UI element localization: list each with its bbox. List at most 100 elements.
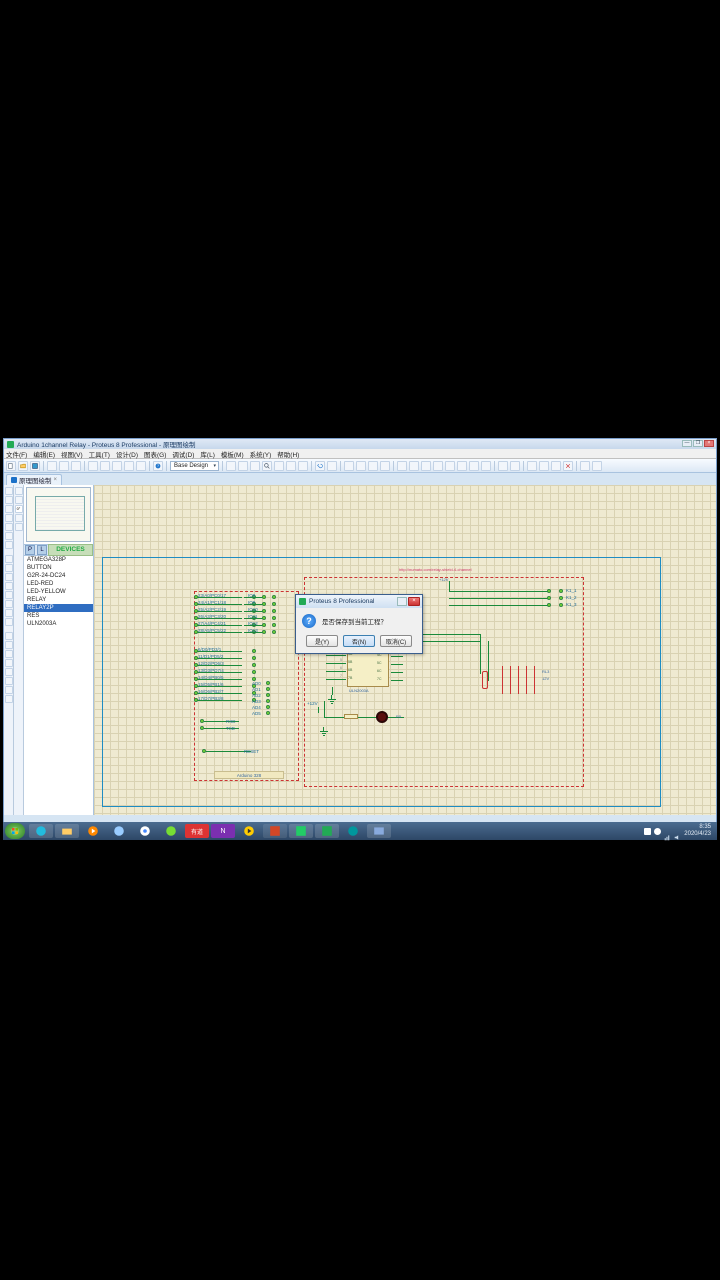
help-icon[interactable]: ?	[153, 461, 163, 471]
delete-icon[interactable]	[563, 461, 573, 471]
component-tool-icon[interactable]	[5, 496, 13, 504]
tb-icon[interactable]	[250, 461, 260, 471]
device-list-item[interactable]: ULN2003A	[24, 620, 93, 628]
tb-icon[interactable]	[59, 461, 69, 471]
pick-libraries-button[interactable]: L	[37, 545, 47, 555]
instrument-tool-icon[interactable]	[5, 618, 13, 626]
tb-icon[interactable]	[539, 461, 549, 471]
taskbar-player[interactable]	[237, 824, 261, 838]
relay-coil[interactable]	[482, 671, 488, 689]
tray-icon[interactable]	[644, 828, 651, 835]
probe-voltage-icon[interactable]	[5, 600, 13, 608]
taskbar-clock[interactable]: 8:35 2020/4/23	[684, 824, 711, 838]
maximize-button[interactable]: ❐	[693, 440, 703, 447]
generator-tool-icon[interactable]	[5, 591, 13, 599]
tb-icon[interactable]	[368, 461, 378, 471]
yes-button[interactable]: 是(Y)	[306, 635, 338, 647]
device-list-item[interactable]: ATMEGA328P	[24, 556, 93, 564]
tb-icon[interactable]	[551, 461, 561, 471]
menu-edit[interactable]: 编辑(E)	[33, 449, 55, 459]
text2d-tool-icon[interactable]	[5, 677, 13, 685]
device-list-item[interactable]: BUTTON	[24, 564, 93, 572]
device-list-item[interactable]: G2R-24-DC24	[24, 572, 93, 580]
device-list-item[interactable]: RES	[24, 612, 93, 620]
menu-design[interactable]: 设计(D)	[116, 449, 138, 459]
rotate-ccw-icon[interactable]	[15, 496, 23, 504]
box-tool-icon[interactable]	[5, 641, 13, 649]
taskbar-media[interactable]	[81, 824, 105, 838]
device-list-item[interactable]: LED-YELLOW	[24, 588, 93, 596]
tape-tool-icon[interactable]	[5, 582, 13, 590]
marker-tool-icon[interactable]	[5, 695, 13, 703]
redo-icon[interactable]	[327, 461, 337, 471]
tb-icon[interactable]	[481, 461, 491, 471]
taskbar-app[interactable]	[107, 824, 131, 838]
tb-icon[interactable]	[88, 461, 98, 471]
led-indicator[interactable]	[376, 711, 388, 723]
device-list-item[interactable]: RELAY	[24, 596, 93, 604]
device-list[interactable]: ATMEGA328PBUTTONG2R-24-DC24LED-REDLED-YE…	[24, 556, 93, 815]
junction-tool-icon[interactable]	[5, 505, 13, 513]
symbol-tool-icon[interactable]	[5, 686, 13, 694]
wirelabel-tool-icon[interactable]	[5, 514, 13, 522]
zoom-out-icon[interactable]	[274, 461, 284, 471]
tb-icon[interactable]	[356, 461, 366, 471]
selection-tool-icon[interactable]	[5, 487, 13, 495]
taskbar-onenote[interactable]: N	[211, 824, 235, 838]
tb-icon[interactable]	[469, 461, 479, 471]
tray-flag-icon[interactable]	[654, 828, 661, 835]
menu-tool[interactable]: 工具(T)	[89, 449, 110, 459]
tb-icon[interactable]	[238, 461, 248, 471]
tb-icon[interactable]	[380, 461, 390, 471]
probe-current-icon[interactable]	[5, 609, 13, 617]
menu-help[interactable]: 帮助(H)	[277, 449, 299, 459]
tb-icon[interactable]	[421, 461, 431, 471]
device-list-item[interactable]: RELAY2P	[24, 604, 93, 612]
menu-system[interactable]: 系统(Y)	[250, 449, 272, 459]
bus-tool-icon[interactable]	[5, 532, 13, 540]
tb-icon[interactable]	[286, 461, 296, 471]
tray-volume-icon[interactable]	[674, 828, 681, 835]
flip-h-icon[interactable]	[15, 514, 23, 522]
close-button[interactable]: ×	[704, 440, 714, 447]
subcircuit-tool-icon[interactable]	[5, 541, 13, 549]
minimize-button[interactable]: —	[682, 440, 692, 447]
arc-tool-icon[interactable]	[5, 659, 13, 667]
zoom-in-icon[interactable]	[262, 461, 272, 471]
taskbar-matlab[interactable]	[289, 824, 313, 838]
overview-thumbnail[interactable]	[26, 487, 91, 542]
tb-icon[interactable]	[47, 461, 57, 471]
tb-icon[interactable]	[100, 461, 110, 471]
dialog-help-button[interactable]	[397, 597, 407, 606]
taskbar-chrome[interactable]	[133, 824, 157, 838]
tb-icon[interactable]	[112, 461, 122, 471]
taskbar-app2[interactable]	[159, 824, 183, 838]
undo-icon[interactable]	[315, 461, 325, 471]
taskbar-ie[interactable]	[29, 824, 53, 838]
taskbar-ppt[interactable]	[263, 824, 287, 838]
graph-tool-icon[interactable]	[5, 573, 13, 581]
open-icon[interactable]	[18, 461, 28, 471]
tb-icon[interactable]	[527, 461, 537, 471]
devicepin-tool-icon[interactable]	[5, 564, 13, 572]
path-tool-icon[interactable]	[5, 668, 13, 676]
circle-tool-icon[interactable]	[5, 650, 13, 658]
tb-icon[interactable]	[409, 461, 419, 471]
tb-icon[interactable]	[397, 461, 407, 471]
dialog-close-button[interactable]: ×	[408, 597, 420, 606]
tb-icon[interactable]	[226, 461, 236, 471]
tb-icon[interactable]	[136, 461, 146, 471]
tb-icon[interactable]	[344, 461, 354, 471]
pick-parts-button[interactable]: P	[25, 545, 35, 555]
tb-icon[interactable]	[510, 461, 520, 471]
tb-icon[interactable]	[580, 461, 590, 471]
rotate-cw-icon[interactable]	[15, 487, 23, 495]
taskbar-recorder[interactable]	[367, 824, 391, 838]
tb-icon[interactable]	[592, 461, 602, 471]
text-tool-icon[interactable]	[5, 523, 13, 531]
terminal-tool-icon[interactable]	[5, 555, 13, 563]
tray-network-icon[interactable]	[664, 828, 671, 835]
menu-debug[interactable]: 调试(D)	[172, 449, 194, 459]
taskbar-youdao[interactable]: 有道	[185, 824, 209, 838]
tb-icon[interactable]	[298, 461, 308, 471]
